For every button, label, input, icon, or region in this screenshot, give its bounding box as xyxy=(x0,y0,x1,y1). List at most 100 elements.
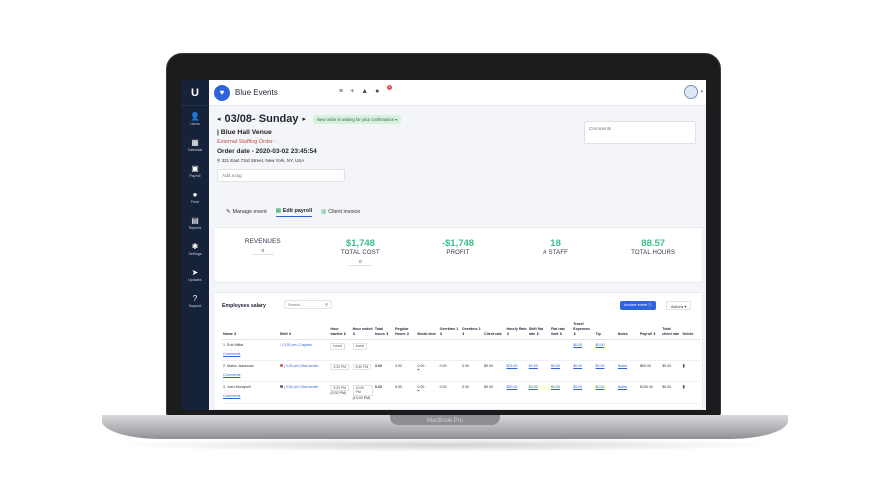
comments-link[interactable]: Comments xyxy=(223,352,278,357)
column-header[interactable]: Delete xyxy=(681,321,700,340)
flat-rate-limit-link[interactable]: $0.00 xyxy=(551,385,560,389)
notes-link[interactable]: Notes xyxy=(618,364,627,368)
comments-link[interactable]: Comments xyxy=(223,394,278,399)
column-header[interactable]: Flat rate limit ⇕ xyxy=(549,321,573,340)
column-header[interactable]: Payroll ⇕ xyxy=(639,321,662,340)
actions-button[interactable]: Actions ▾ xyxy=(666,301,692,310)
trash-icon[interactable]: ▮ xyxy=(683,363,685,368)
sidebar-item-feed[interactable]: ● Feed xyxy=(181,184,209,210)
notes-link[interactable]: Notes xyxy=(618,385,627,389)
flat-rate-limit-link[interactable]: $0.00 xyxy=(551,364,560,368)
travel-expenses-link[interactable]: $0.00 xyxy=(573,364,582,368)
tip-link[interactable]: $0.00 xyxy=(596,343,605,347)
column-header[interactable]: Hourly Rate ⇕ xyxy=(505,321,528,340)
hour-ended-sub: (10:00 PM) xyxy=(352,395,371,400)
tip-link[interactable]: $0.00 xyxy=(596,364,605,368)
column-header[interactable]: Name ⇕ xyxy=(222,321,279,340)
sidebar-item-label: Reports xyxy=(188,225,202,230)
comments-field[interactable] xyxy=(584,121,696,144)
sidebar-item-label: Support xyxy=(188,303,202,308)
hour-ended-input[interactable]: Insert xyxy=(352,343,368,350)
sidebar-item-updates[interactable]: ➤ Updates xyxy=(181,262,209,288)
app-logo[interactable]: U xyxy=(181,80,209,106)
payroll-icon: ▣ xyxy=(191,163,199,173)
hour-started-input[interactable]: 3:30 PM xyxy=(330,384,349,392)
menu-icon[interactable]: ≡ xyxy=(339,88,343,95)
column-header[interactable]: Break time xyxy=(416,321,439,340)
sidebar-item-users[interactable]: 👤 Users xyxy=(181,106,209,132)
sidebar-item-label: Feed xyxy=(190,199,200,204)
sidebar-item-calendar[interactable]: ▦ Calendar xyxy=(181,132,209,158)
hour-started-input[interactable]: 3:30 PM xyxy=(330,363,349,371)
column-header[interactable]: Client rate xyxy=(483,321,506,340)
hour-ended-input[interactable]: 10:00 PM xyxy=(352,384,373,396)
tab-client-invoice[interactable]: ▥ Client invoice xyxy=(321,208,360,217)
sidebar-item-settings[interactable]: ✱ Settings xyxy=(181,236,209,262)
shift-link[interactable]: | 3:30 pm | Captain xyxy=(282,343,312,347)
sidebar-item-support[interactable]: ? Support xyxy=(181,288,209,314)
tip-link[interactable]: $0.00 xyxy=(596,385,605,389)
shift-link[interactable]: | 3:30 pm | Bar-tender xyxy=(284,385,319,389)
trash-icon[interactable]: ▮ xyxy=(683,384,685,389)
table-cell xyxy=(416,339,439,361)
break-time-value[interactable]: 0.00 xyxy=(417,364,424,368)
order-status-pill[interactable]: New order is waiting for your confirmati… xyxy=(313,114,402,124)
total-hours-value: 5.33 xyxy=(374,384,382,389)
hourly-rate-link[interactable]: $20.00 xyxy=(506,385,517,389)
next-date-icon[interactable]: ▸ xyxy=(303,115,307,123)
chevron-down-icon[interactable]: ▾ xyxy=(700,89,703,95)
event-header: ◂ 03/08- Sunday ▸ New order is waiting f… xyxy=(217,113,517,182)
table-cell xyxy=(438,339,461,361)
calendar-icon: ▦ xyxy=(191,137,199,147)
stats-panel: REVENUES 0 $1,748 TOTAL COST 0 -$1,748 P… xyxy=(213,227,703,283)
column-header[interactable]: Hour started ⇕ xyxy=(329,321,352,340)
stat-label: REVENUES xyxy=(244,238,281,245)
hour-started-cell: 3:30 PM (3:30 PM) xyxy=(329,381,352,405)
shift-link[interactable]: | 3:30 pm | Bar-tender xyxy=(284,364,319,368)
column-header[interactable]: Hour ended ⇕ xyxy=(351,321,374,340)
avatar[interactable] xyxy=(684,85,698,99)
bell-icon[interactable]: ▲ xyxy=(361,88,368,95)
revenues-input[interactable]: 0 xyxy=(251,248,274,255)
stat-label: TOTAL HOURS xyxy=(631,250,676,256)
search-icon[interactable]: ⚲ xyxy=(325,302,328,307)
column-header[interactable]: Tip xyxy=(594,321,617,340)
add-break-icon[interactable]: + xyxy=(417,368,437,373)
column-header[interactable]: Shift flat rate ⇕ xyxy=(527,321,550,340)
chat-icon[interactable]: ● xyxy=(375,88,379,95)
archive-event-button[interactable]: Archive event ⓘ xyxy=(620,301,656,310)
shift-cell: | 3:30 pm | Bar-tender xyxy=(278,360,330,382)
prev-date-icon[interactable]: ◂ xyxy=(217,115,221,123)
column-header[interactable]: Travel Expenses ⇕ xyxy=(572,321,595,340)
plus-icon[interactable]: + xyxy=(350,88,354,95)
hour-ended-cell: Insert xyxy=(351,339,374,361)
hourly-rate-link[interactable]: $23.00 xyxy=(506,364,517,368)
column-header[interactable]: Overtime 1 ⇕ xyxy=(438,321,461,340)
tab-manage-event[interactable]: ✎ Manage event xyxy=(226,208,267,217)
break-time-value[interactable]: 0.00 xyxy=(417,385,424,389)
add-break-icon[interactable]: + xyxy=(417,389,437,394)
hour-ended-input[interactable]: 6:30 PM xyxy=(352,363,372,371)
travel-expenses-link[interactable]: $0.00 xyxy=(573,385,582,389)
travel-expenses-link[interactable]: $0.00 xyxy=(573,343,582,347)
column-header[interactable]: Overtime 2 ⇕ xyxy=(460,321,484,340)
tab-edit-payroll[interactable]: ▤ Edit payroll xyxy=(275,208,313,217)
user-icon: 👤 xyxy=(190,111,200,121)
hour-started-input[interactable]: Insert xyxy=(330,343,345,350)
sidebar-item-payroll[interactable]: ▣ Payroll xyxy=(181,158,209,184)
column-header[interactable]: Total client rate xyxy=(661,321,682,340)
shift-flat-rate-link[interactable]: $0.00 xyxy=(529,364,538,368)
total-cost-input[interactable]: 0 xyxy=(349,259,372,266)
tag-input[interactable] xyxy=(217,169,345,182)
column-header[interactable]: Total hours ⇕ xyxy=(373,321,395,340)
table-header-row: Name ⇕ Shift ⇕ Hour started ⇕ Hour ended ⇕ T… xyxy=(222,321,700,340)
column-header[interactable]: Notes xyxy=(616,321,640,340)
app-screen: U 👤 Users ▦ Calendar ▣ Payroll ● Feed ▤ Reports ✱ S… xyxy=(181,80,706,410)
shift-flat-rate-link[interactable]: $0.00 xyxy=(529,385,538,389)
send-icon: ➤ xyxy=(191,267,199,277)
event-address: ⚲ 321 East 73rd Street, New York, NY, US… xyxy=(217,158,517,164)
column-header[interactable]: Regular Hours ⇕ xyxy=(394,321,417,340)
sidebar-item-reports[interactable]: ▤ Reports xyxy=(181,210,209,236)
column-header[interactable]: Shift ⇕ xyxy=(278,321,330,340)
comments-link[interactable]: Comments xyxy=(223,373,278,378)
